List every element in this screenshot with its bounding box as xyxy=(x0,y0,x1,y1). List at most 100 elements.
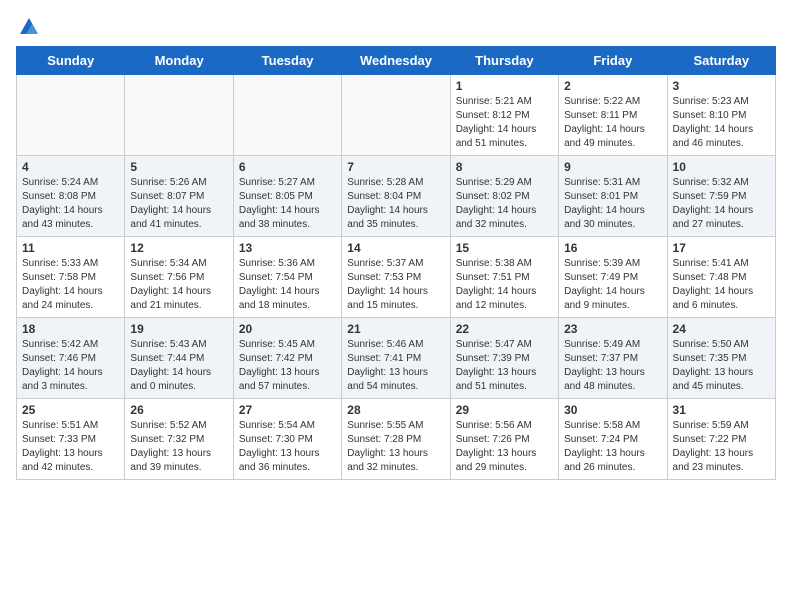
day-number: 14 xyxy=(347,241,444,255)
calendar-week-2: 4 Sunrise: 5:24 AM Sunset: 8:08 PM Daylig… xyxy=(17,156,776,237)
calendar-cell: 26 Sunrise: 5:52 AM Sunset: 7:32 PM Dayli… xyxy=(125,399,233,480)
day-number: 13 xyxy=(239,241,336,255)
day-info: Sunrise: 5:26 AM Sunset: 8:07 PM Dayligh… xyxy=(130,176,227,232)
day-number: 11 xyxy=(22,241,119,255)
weekday-header-wednesday: Wednesday xyxy=(342,47,450,75)
weekday-header-monday: Monday xyxy=(125,47,233,75)
calendar-cell: 28 Sunrise: 5:55 AM Sunset: 7:28 PM Dayli… xyxy=(342,399,450,480)
calendar-cell: 1 Sunrise: 5:21 AM Sunset: 8:12 PM Daylig… xyxy=(450,75,558,156)
day-number: 10 xyxy=(673,160,770,174)
weekday-header-thursday: Thursday xyxy=(450,47,558,75)
day-number: 21 xyxy=(347,322,444,336)
calendar-cell: 31 Sunrise: 5:59 AM Sunset: 7:22 PM Dayli… xyxy=(667,399,775,480)
day-info: Sunrise: 5:52 AM Sunset: 7:32 PM Dayligh… xyxy=(130,419,227,475)
logo xyxy=(16,16,40,38)
calendar-cell: 13 Sunrise: 5:36 AM Sunset: 7:54 PM Dayli… xyxy=(233,237,341,318)
calendar-week-1: 1 Sunrise: 5:21 AM Sunset: 8:12 PM Daylig… xyxy=(17,75,776,156)
day-info: Sunrise: 5:31 AM Sunset: 8:01 PM Dayligh… xyxy=(564,176,661,232)
day-info: Sunrise: 5:33 AM Sunset: 7:58 PM Dayligh… xyxy=(22,257,119,313)
day-info: Sunrise: 5:27 AM Sunset: 8:05 PM Dayligh… xyxy=(239,176,336,232)
day-info: Sunrise: 5:22 AM Sunset: 8:11 PM Dayligh… xyxy=(564,95,661,151)
day-number: 12 xyxy=(130,241,227,255)
day-info: Sunrise: 5:46 AM Sunset: 7:41 PM Dayligh… xyxy=(347,338,444,394)
day-number: 25 xyxy=(22,403,119,417)
day-number: 3 xyxy=(673,79,770,93)
calendar-cell: 30 Sunrise: 5:58 AM Sunset: 7:24 PM Dayli… xyxy=(559,399,667,480)
calendar-week-5: 25Sunrise: 5:51 AM Sunset: 7:33 PM Dayli… xyxy=(17,399,776,480)
day-info: Sunrise: 5:21 AM Sunset: 8:12 PM Dayligh… xyxy=(456,95,553,151)
calendar-cell: 14 Sunrise: 5:37 AM Sunset: 7:53 PM Dayli… xyxy=(342,237,450,318)
day-number: 26 xyxy=(130,403,227,417)
day-info: Sunrise: 5:36 AM Sunset: 7:54 PM Dayligh… xyxy=(239,257,336,313)
day-info: Sunrise: 5:49 AM Sunset: 7:37 PM Dayligh… xyxy=(564,338,661,394)
day-number: 17 xyxy=(673,241,770,255)
day-number: 16 xyxy=(564,241,661,255)
day-info: Sunrise: 5:43 AM Sunset: 7:44 PM Dayligh… xyxy=(130,338,227,394)
calendar-cell: 24Sunrise: 5:50 AM Sunset: 7:35 PM Dayli… xyxy=(667,318,775,399)
day-number: 19 xyxy=(130,322,227,336)
day-number: 15 xyxy=(456,241,553,255)
day-number: 23 xyxy=(564,322,661,336)
calendar-cell: 12 Sunrise: 5:34 AM Sunset: 7:56 PM Dayli… xyxy=(125,237,233,318)
day-info: Sunrise: 5:54 AM Sunset: 7:30 PM Dayligh… xyxy=(239,419,336,475)
calendar-cell: 22 Sunrise: 5:47 AM Sunset: 7:39 PM Dayli… xyxy=(450,318,558,399)
day-info: Sunrise: 5:37 AM Sunset: 7:53 PM Dayligh… xyxy=(347,257,444,313)
calendar-cell: 19 Sunrise: 5:43 AM Sunset: 7:44 PM Dayli… xyxy=(125,318,233,399)
day-info: Sunrise: 5:56 AM Sunset: 7:26 PM Dayligh… xyxy=(456,419,553,475)
calendar-cell: 2Sunrise: 5:22 AM Sunset: 8:11 PM Daylig… xyxy=(559,75,667,156)
day-info: Sunrise: 5:45 AM Sunset: 7:42 PM Dayligh… xyxy=(239,338,336,394)
weekday-header-tuesday: Tuesday xyxy=(233,47,341,75)
day-info: Sunrise: 5:24 AM Sunset: 8:08 PM Dayligh… xyxy=(22,176,119,232)
calendar-cell: 21 Sunrise: 5:46 AM Sunset: 7:41 PM Dayli… xyxy=(342,318,450,399)
day-number: 22 xyxy=(456,322,553,336)
day-info: Sunrise: 5:29 AM Sunset: 8:02 PM Dayligh… xyxy=(456,176,553,232)
day-number: 9 xyxy=(564,160,661,174)
calendar-cell: 8 Sunrise: 5:29 AM Sunset: 8:02 PM Daylig… xyxy=(450,156,558,237)
day-number: 29 xyxy=(456,403,553,417)
calendar-cell: 9 Sunrise: 5:31 AM Sunset: 8:01 PM Daylig… xyxy=(559,156,667,237)
calendar-cell xyxy=(125,75,233,156)
calendar-cell: 4 Sunrise: 5:24 AM Sunset: 8:08 PM Daylig… xyxy=(17,156,125,237)
day-number: 5 xyxy=(130,160,227,174)
calendar-cell: 20Sunrise: 5:45 AM Sunset: 7:42 PM Dayli… xyxy=(233,318,341,399)
day-info: Sunrise: 5:55 AM Sunset: 7:28 PM Dayligh… xyxy=(347,419,444,475)
calendar-header: SundayMondayTuesdayWednesdayThursdayFrid… xyxy=(17,47,776,75)
day-info: Sunrise: 5:42 AM Sunset: 7:46 PM Dayligh… xyxy=(22,338,119,394)
calendar-cell: 17 Sunrise: 5:41 AM Sunset: 7:48 PM Dayli… xyxy=(667,237,775,318)
calendar-cell: 16 Sunrise: 5:39 AM Sunset: 7:49 PM Dayli… xyxy=(559,237,667,318)
logo-icon xyxy=(18,16,40,38)
day-info: Sunrise: 5:58 AM Sunset: 7:24 PM Dayligh… xyxy=(564,419,661,475)
calendar-cell: 23 Sunrise: 5:49 AM Sunset: 7:37 PM Dayli… xyxy=(559,318,667,399)
day-number: 6 xyxy=(239,160,336,174)
day-number: 30 xyxy=(564,403,661,417)
day-number: 7 xyxy=(347,160,444,174)
day-info: Sunrise: 5:34 AM Sunset: 7:56 PM Dayligh… xyxy=(130,257,227,313)
weekday-header-friday: Friday xyxy=(559,47,667,75)
day-number: 4 xyxy=(22,160,119,174)
day-number: 1 xyxy=(456,79,553,93)
calendar-cell xyxy=(17,75,125,156)
calendar-cell xyxy=(342,75,450,156)
day-info: Sunrise: 5:39 AM Sunset: 7:49 PM Dayligh… xyxy=(564,257,661,313)
calendar: SundayMondayTuesdayWednesdayThursdayFrid… xyxy=(16,46,776,480)
calendar-cell: 29 Sunrise: 5:56 AM Sunset: 7:26 PM Dayli… xyxy=(450,399,558,480)
day-info: Sunrise: 5:59 AM Sunset: 7:22 PM Dayligh… xyxy=(673,419,770,475)
weekday-row: SundayMondayTuesdayWednesdayThursdayFrid… xyxy=(17,47,776,75)
day-info: Sunrise: 5:50 AM Sunset: 7:35 PM Dayligh… xyxy=(673,338,770,394)
day-info: Sunrise: 5:32 AM Sunset: 7:59 PM Dayligh… xyxy=(673,176,770,232)
calendar-cell: 5 Sunrise: 5:26 AM Sunset: 8:07 PM Daylig… xyxy=(125,156,233,237)
day-number: 18 xyxy=(22,322,119,336)
calendar-cell: 27Sunrise: 5:54 AM Sunset: 7:30 PM Dayli… xyxy=(233,399,341,480)
day-number: 28 xyxy=(347,403,444,417)
calendar-cell: 6 Sunrise: 5:27 AM Sunset: 8:05 PM Daylig… xyxy=(233,156,341,237)
day-info: Sunrise: 5:41 AM Sunset: 7:48 PM Dayligh… xyxy=(673,257,770,313)
day-info: Sunrise: 5:38 AM Sunset: 7:51 PM Dayligh… xyxy=(456,257,553,313)
calendar-cell: 15 Sunrise: 5:38 AM Sunset: 7:51 PM Dayli… xyxy=(450,237,558,318)
day-info: Sunrise: 5:47 AM Sunset: 7:39 PM Dayligh… xyxy=(456,338,553,394)
day-info: Sunrise: 5:23 AM Sunset: 8:10 PM Dayligh… xyxy=(673,95,770,151)
calendar-cell xyxy=(233,75,341,156)
day-number: 8 xyxy=(456,160,553,174)
calendar-cell: 18 Sunrise: 5:42 AM Sunset: 7:46 PM Dayli… xyxy=(17,318,125,399)
calendar-body: 1 Sunrise: 5:21 AM Sunset: 8:12 PM Daylig… xyxy=(17,75,776,480)
day-number: 31 xyxy=(673,403,770,417)
